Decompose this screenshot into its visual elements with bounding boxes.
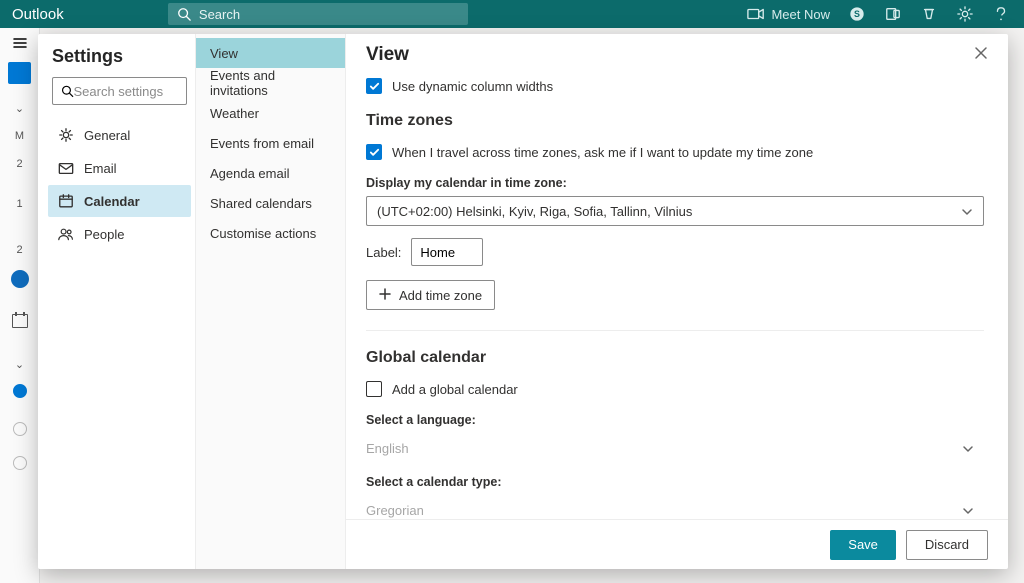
- settings-search-input[interactable]: [74, 84, 179, 99]
- sub-events-from-email[interactable]: Events from email: [196, 128, 345, 158]
- chevron-down-icon: [961, 204, 973, 219]
- close-button[interactable]: [974, 46, 992, 64]
- cat-label: Email: [84, 161, 117, 176]
- cat-people[interactable]: People: [48, 218, 191, 250]
- topbar-search-input[interactable]: [193, 7, 460, 22]
- add-timezone-label: Add time zone: [399, 288, 482, 303]
- sub-label: Customise actions: [210, 226, 316, 241]
- tz-value: (UTC+02:00) Helsinki, Kyiv, Riga, Sofia,…: [377, 204, 692, 219]
- chevron-down-icon[interactable]: ⌄: [0, 94, 39, 122]
- opt-dynamic-widths[interactable]: Use dynamic column widths: [366, 78, 984, 94]
- mail-icon: [58, 162, 74, 175]
- calendar-dot[interactable]: [13, 384, 27, 398]
- search-icon: [176, 5, 193, 23]
- app-left-rail: ⌄ M 2 1 2 ⌄: [0, 28, 40, 583]
- tz-label-row: Label:: [366, 238, 984, 266]
- panel-scroll[interactable]: Use dynamic column widths Time zones Whe…: [346, 74, 1008, 519]
- global-lang-dropdown: English: [366, 433, 984, 463]
- calendar-icon: [58, 193, 74, 209]
- settings-subnav: View Events and invitations Weather Even…: [196, 34, 346, 569]
- sub-label: Events from email: [210, 136, 314, 151]
- global-lang-value: English: [366, 441, 409, 456]
- sub-label: Agenda email: [210, 166, 290, 181]
- global-type-label: Select a calendar type:: [366, 475, 984, 489]
- panel-footer: Save Discard: [346, 519, 1008, 569]
- gear-icon: [58, 127, 74, 143]
- calendar-dot[interactable]: [13, 422, 27, 436]
- tz-dropdown[interactable]: (UTC+02:00) Helsinki, Kyiv, Riga, Sofia,…: [366, 196, 984, 226]
- video-icon: [747, 5, 765, 23]
- calendar-dot[interactable]: [13, 456, 27, 470]
- tz-label-input[interactable]: [411, 238, 483, 266]
- sub-weather[interactable]: Weather: [196, 98, 345, 128]
- add-timezone-button[interactable]: Add time zone: [366, 280, 495, 310]
- sub-customise-actions[interactable]: Customise actions: [196, 218, 345, 248]
- save-label: Save: [848, 537, 878, 552]
- people-icon: [58, 227, 74, 241]
- topbar-icons: Meet Now S: [747, 5, 1016, 23]
- cat-label: People: [84, 227, 124, 242]
- sub-shared-calendars[interactable]: Shared calendars: [196, 188, 345, 218]
- plus-icon: [379, 288, 391, 303]
- sub-label: Weather: [210, 106, 259, 121]
- discard-label: Discard: [925, 537, 969, 552]
- section-timezones: Time zones: [366, 112, 984, 130]
- hamburger-icon[interactable]: [0, 28, 40, 58]
- global-lang-label: Select a language:: [366, 413, 984, 427]
- cat-calendar[interactable]: Calendar: [48, 185, 191, 217]
- sub-label: View: [210, 46, 238, 61]
- tz-display-label: Display my calendar in time zone:: [366, 176, 984, 190]
- settings-search[interactable]: [52, 77, 187, 105]
- calendar-mini-icon[interactable]: [12, 314, 28, 328]
- global-type-value: Gregorian: [366, 503, 424, 518]
- notifications-icon[interactable]: [920, 5, 938, 23]
- settings-modal: Settings General Email Calendar People V…: [38, 34, 1008, 569]
- section-global: Global calendar: [366, 349, 984, 367]
- opt-label: Use dynamic column widths: [392, 79, 553, 94]
- avatar[interactable]: [11, 270, 29, 288]
- checkbox-icon: [366, 144, 382, 160]
- search-box[interactable]: [168, 3, 468, 25]
- meet-now-button[interactable]: Meet Now: [747, 5, 830, 23]
- product-title: Outlook: [8, 6, 168, 23]
- sub-label: Events and invitations: [210, 68, 331, 98]
- sub-events-invitations[interactable]: Events and invitations: [196, 68, 345, 98]
- cat-general[interactable]: General: [48, 119, 191, 151]
- svg-text:S: S: [854, 9, 860, 19]
- cat-label: General: [84, 128, 130, 143]
- search-icon: [61, 84, 74, 98]
- settings-panel: View Use dynamic column widths Time zone…: [346, 34, 1008, 569]
- checkbox-icon: [366, 381, 382, 397]
- opt-tz-travel[interactable]: When I travel across time zones, ask me …: [366, 144, 984, 160]
- discard-button[interactable]: Discard: [906, 530, 988, 560]
- skype-icon[interactable]: S: [848, 5, 866, 23]
- meet-now-label: Meet Now: [771, 7, 830, 22]
- today-indicator[interactable]: [8, 62, 31, 84]
- checkbox-icon: [366, 78, 382, 94]
- cat-label: Calendar: [84, 194, 140, 209]
- chevron-down-icon: [962, 503, 974, 518]
- tz-label-lbl: Label:: [366, 245, 401, 260]
- help-icon[interactable]: [992, 5, 1010, 23]
- opt-label: When I travel across time zones, ask me …: [392, 145, 813, 160]
- sub-view[interactable]: View: [196, 38, 345, 68]
- settings-categories: Settings General Email Calendar People: [38, 34, 196, 569]
- chevron-down-icon: [962, 441, 974, 456]
- save-button[interactable]: Save: [830, 530, 896, 560]
- panel-title: View: [346, 34, 1008, 74]
- cat-email[interactable]: Email: [48, 152, 191, 184]
- opt-global-add[interactable]: Add a global calendar: [366, 381, 984, 397]
- topbar: Outlook Meet Now S: [0, 0, 1024, 28]
- settings-title: Settings: [44, 46, 195, 77]
- gear-icon[interactable]: [956, 5, 974, 23]
- sub-agenda-email[interactable]: Agenda email: [196, 158, 345, 188]
- sub-label: Shared calendars: [210, 196, 312, 211]
- teams-icon[interactable]: [884, 5, 902, 23]
- global-type-dropdown: Gregorian: [366, 495, 984, 519]
- chevron-down-icon[interactable]: ⌄: [0, 350, 39, 378]
- opt-label: Add a global calendar: [392, 382, 518, 397]
